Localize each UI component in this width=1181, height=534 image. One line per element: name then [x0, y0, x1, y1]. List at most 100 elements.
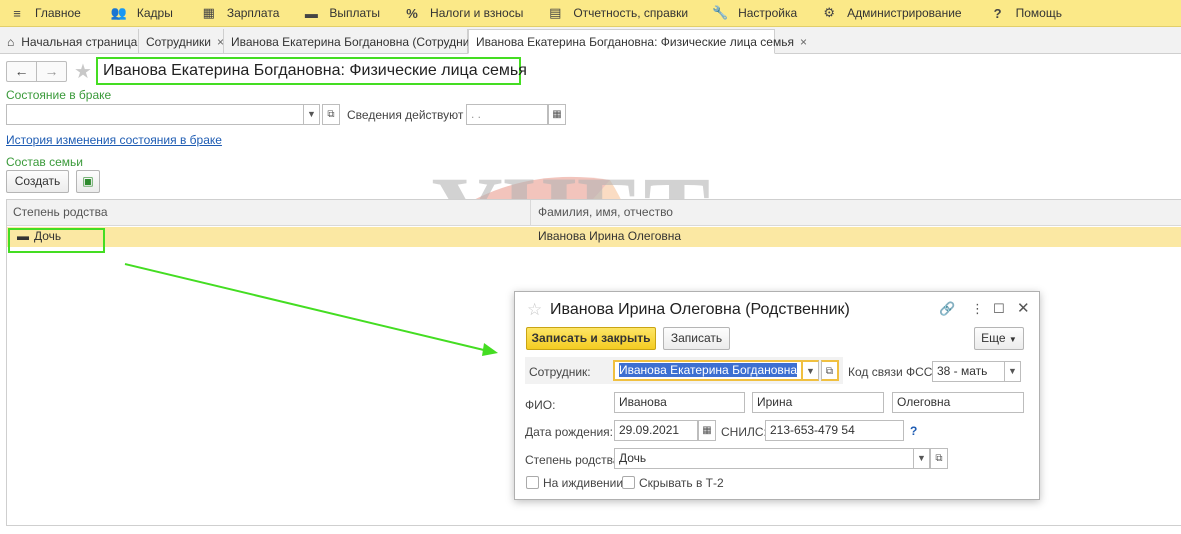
tab-employee-card-label: Иванова Екатерина Богдановна (Сотрудник) — [231, 34, 479, 49]
nav-buttons: ← → — [6, 61, 67, 82]
more-button[interactable]: Еще ▼ — [974, 327, 1024, 350]
chevron-down-icon: ▼ — [1008, 335, 1017, 344]
forward-arrow-icon[interactable]: → — [36, 62, 66, 81]
help-icon: ? — [993, 5, 1002, 21]
family-label: Состав семьи — [6, 155, 83, 169]
hamburger-icon: ≡ — [13, 5, 21, 21]
calculator-icon: ▦ — [202, 5, 215, 20]
snils-label: СНИЛС: — [721, 425, 767, 439]
percent-icon: % — [406, 5, 418, 21]
menu-admin-label: Администрирование — [847, 6, 962, 20]
menu-payments[interactable]: ▬ Выплаты — [294, 0, 389, 27]
effective-from-label: Сведения действуют с: — [347, 108, 477, 122]
close-icon[interactable]: ✕ — [1017, 299, 1030, 317]
open-icon[interactable]: ⧉ — [322, 104, 340, 125]
menu-salary[interactable]: ▦ Зарплата — [192, 0, 289, 27]
marital-status-field[interactable] — [6, 104, 304, 125]
menu-payments-label: Выплаты — [329, 6, 381, 20]
page-title: Иванова Екатерина Богдановна: Физические… — [96, 57, 527, 85]
chevron-down-icon[interactable]: ▼ — [914, 448, 930, 469]
back-arrow-icon[interactable]: ← — [7, 62, 36, 81]
employee-label: Сотрудник: — [529, 365, 591, 379]
menu-help[interactable]: ? Помощь — [981, 0, 1071, 27]
maximize-icon[interactable]: ☐ — [993, 301, 1005, 317]
tab-employees-label: Сотрудники — [146, 34, 211, 49]
open-icon[interactable]: ⧉ — [930, 448, 948, 469]
more-label: Еще — [981, 331, 1006, 345]
more-vert-icon[interactable]: ⋮ — [971, 301, 984, 317]
tab-home-label: Начальная страница — [21, 34, 138, 49]
open-icon[interactable]: ⧉ — [821, 360, 839, 381]
menu-hr-label: Кадры — [136, 6, 173, 20]
first-name-field[interactable]: Ирина — [752, 392, 884, 413]
menu-reports[interactable]: ▤ Отчетность, справки — [538, 0, 697, 27]
dependent-checkbox[interactable] — [526, 476, 539, 489]
copy-document-icon[interactable]: ▣ — [76, 170, 100, 193]
menu-salary-label: Зарплата — [226, 6, 280, 20]
favorite-star-icon[interactable]: ☆ — [527, 300, 542, 320]
birth-date-label: Дата рождения: — [525, 425, 613, 439]
help-icon[interactable]: ? — [910, 424, 917, 438]
relation-label: Степень родства: — [525, 453, 623, 467]
menu-taxes[interactable]: % Налоги и взносы — [395, 0, 532, 27]
people-icon: 👥 — [110, 5, 128, 20]
create-button[interactable]: Создать — [6, 170, 69, 193]
wallet-icon: ▬ — [304, 5, 318, 21]
top-menu: ≡ Главное 👥 Кадры ▦ Зарплата ▬ Выплаты % Нало… — [0, 0, 1181, 27]
close-icon[interactable]: × — [217, 35, 224, 49]
relative-dialog: ☆ Иванова Ирина Олеговна (Родственник) 🔗… — [514, 291, 1040, 500]
wrench-icon: 🔧 — [712, 5, 729, 20]
menu-main[interactable]: ≡ Главное — [0, 0, 90, 27]
tabs-bar: ⌂ Начальная страница Сотрудники × Иванова … — [0, 27, 1181, 54]
dependent-label: На иждивении — [543, 476, 624, 490]
effective-from-field[interactable]: . . — [466, 104, 548, 125]
patronymic-field[interactable]: Олеговна — [892, 392, 1024, 413]
home-icon: ⌂ — [7, 34, 15, 49]
menu-admin[interactable]: ⚙ Администрирование — [812, 0, 970, 27]
chevron-down-icon[interactable]: ▼ — [1005, 361, 1021, 382]
menu-help-label: Помощь — [1015, 6, 1062, 20]
dialog-title: Иванова Ирина Олеговна (Родственник) — [550, 301, 850, 318]
table-header: Степень родства Фамилия, имя, отчество — [7, 200, 1181, 226]
hide-t2-label: Скрывать в Т-2 — [639, 476, 724, 490]
menu-taxes-label: Налоги и взносы — [430, 6, 524, 20]
fio-label: ФИО: — [525, 398, 556, 412]
table-row[interactable]: ▬ Дочь Иванова Ирина Олеговна — [7, 227, 1181, 247]
menu-hr[interactable]: 👥 Кадры — [102, 0, 182, 27]
close-icon[interactable]: × — [800, 35, 807, 49]
fss-code-label: Код связи ФСС: — [848, 365, 936, 379]
snils-field[interactable]: 213-653-479 54 — [765, 420, 904, 441]
employee-value: Иванова Екатерина Богдановна — [619, 363, 798, 377]
column-header-fio[interactable]: Фамилия, имя, отчество — [532, 200, 1172, 226]
chevron-down-icon[interactable]: ▼ — [304, 104, 320, 125]
hide-t2-checkbox[interactable] — [622, 476, 635, 489]
link-icon[interactable]: 🔗 — [939, 301, 955, 317]
save-button[interactable]: Записать — [663, 327, 730, 350]
tab-home[interactable]: ⌂ Начальная страница — [0, 29, 139, 54]
employee-field[interactable]: Иванова Екатерина Богдановна — [613, 360, 803, 381]
menu-main-label: Главное — [35, 6, 81, 20]
cell-fio: Иванова Ирина Олеговна — [538, 229, 682, 243]
menu-settings[interactable]: 🔧 Настройка — [703, 0, 806, 27]
tab-employees[interactable]: Сотрудники × — [139, 29, 224, 54]
menu-reports-label: Отчетность, справки — [573, 6, 689, 20]
marital-status-label: Состояние в браке — [6, 88, 112, 102]
favorite-star-icon[interactable]: ★ — [74, 59, 92, 84]
gear-icon: ⚙ — [823, 5, 835, 20]
history-link[interactable]: История изменения состояния в браке — [6, 133, 222, 147]
save-and-close-button[interactable]: Записать и закрыть — [526, 327, 656, 350]
column-header-relation[interactable]: Степень родства — [7, 200, 531, 226]
calendar-icon[interactable]: ▦ — [548, 104, 566, 125]
tab-family-label: Иванова Екатерина Богдановна: Физические… — [476, 34, 794, 49]
chevron-down-icon[interactable]: ▼ — [803, 360, 819, 381]
tab-employee-card[interactable]: Иванова Екатерина Богдановна (Сотрудник)… — [224, 29, 492, 54]
menu-settings-label: Настройка — [738, 6, 798, 20]
fss-code-field[interactable]: 38 - мать — [932, 361, 1005, 382]
report-icon: ▤ — [549, 5, 562, 20]
birth-date-field[interactable]: 29.09.2021 — [614, 420, 698, 441]
highlight-box — [8, 228, 105, 253]
calendar-icon[interactable]: ▦ — [698, 420, 716, 441]
last-name-field[interactable]: Иванова — [614, 392, 745, 413]
relation-field[interactable]: Дочь — [614, 448, 914, 469]
tab-family[interactable]: Иванова Екатерина Богдановна: Физические… — [468, 29, 807, 54]
